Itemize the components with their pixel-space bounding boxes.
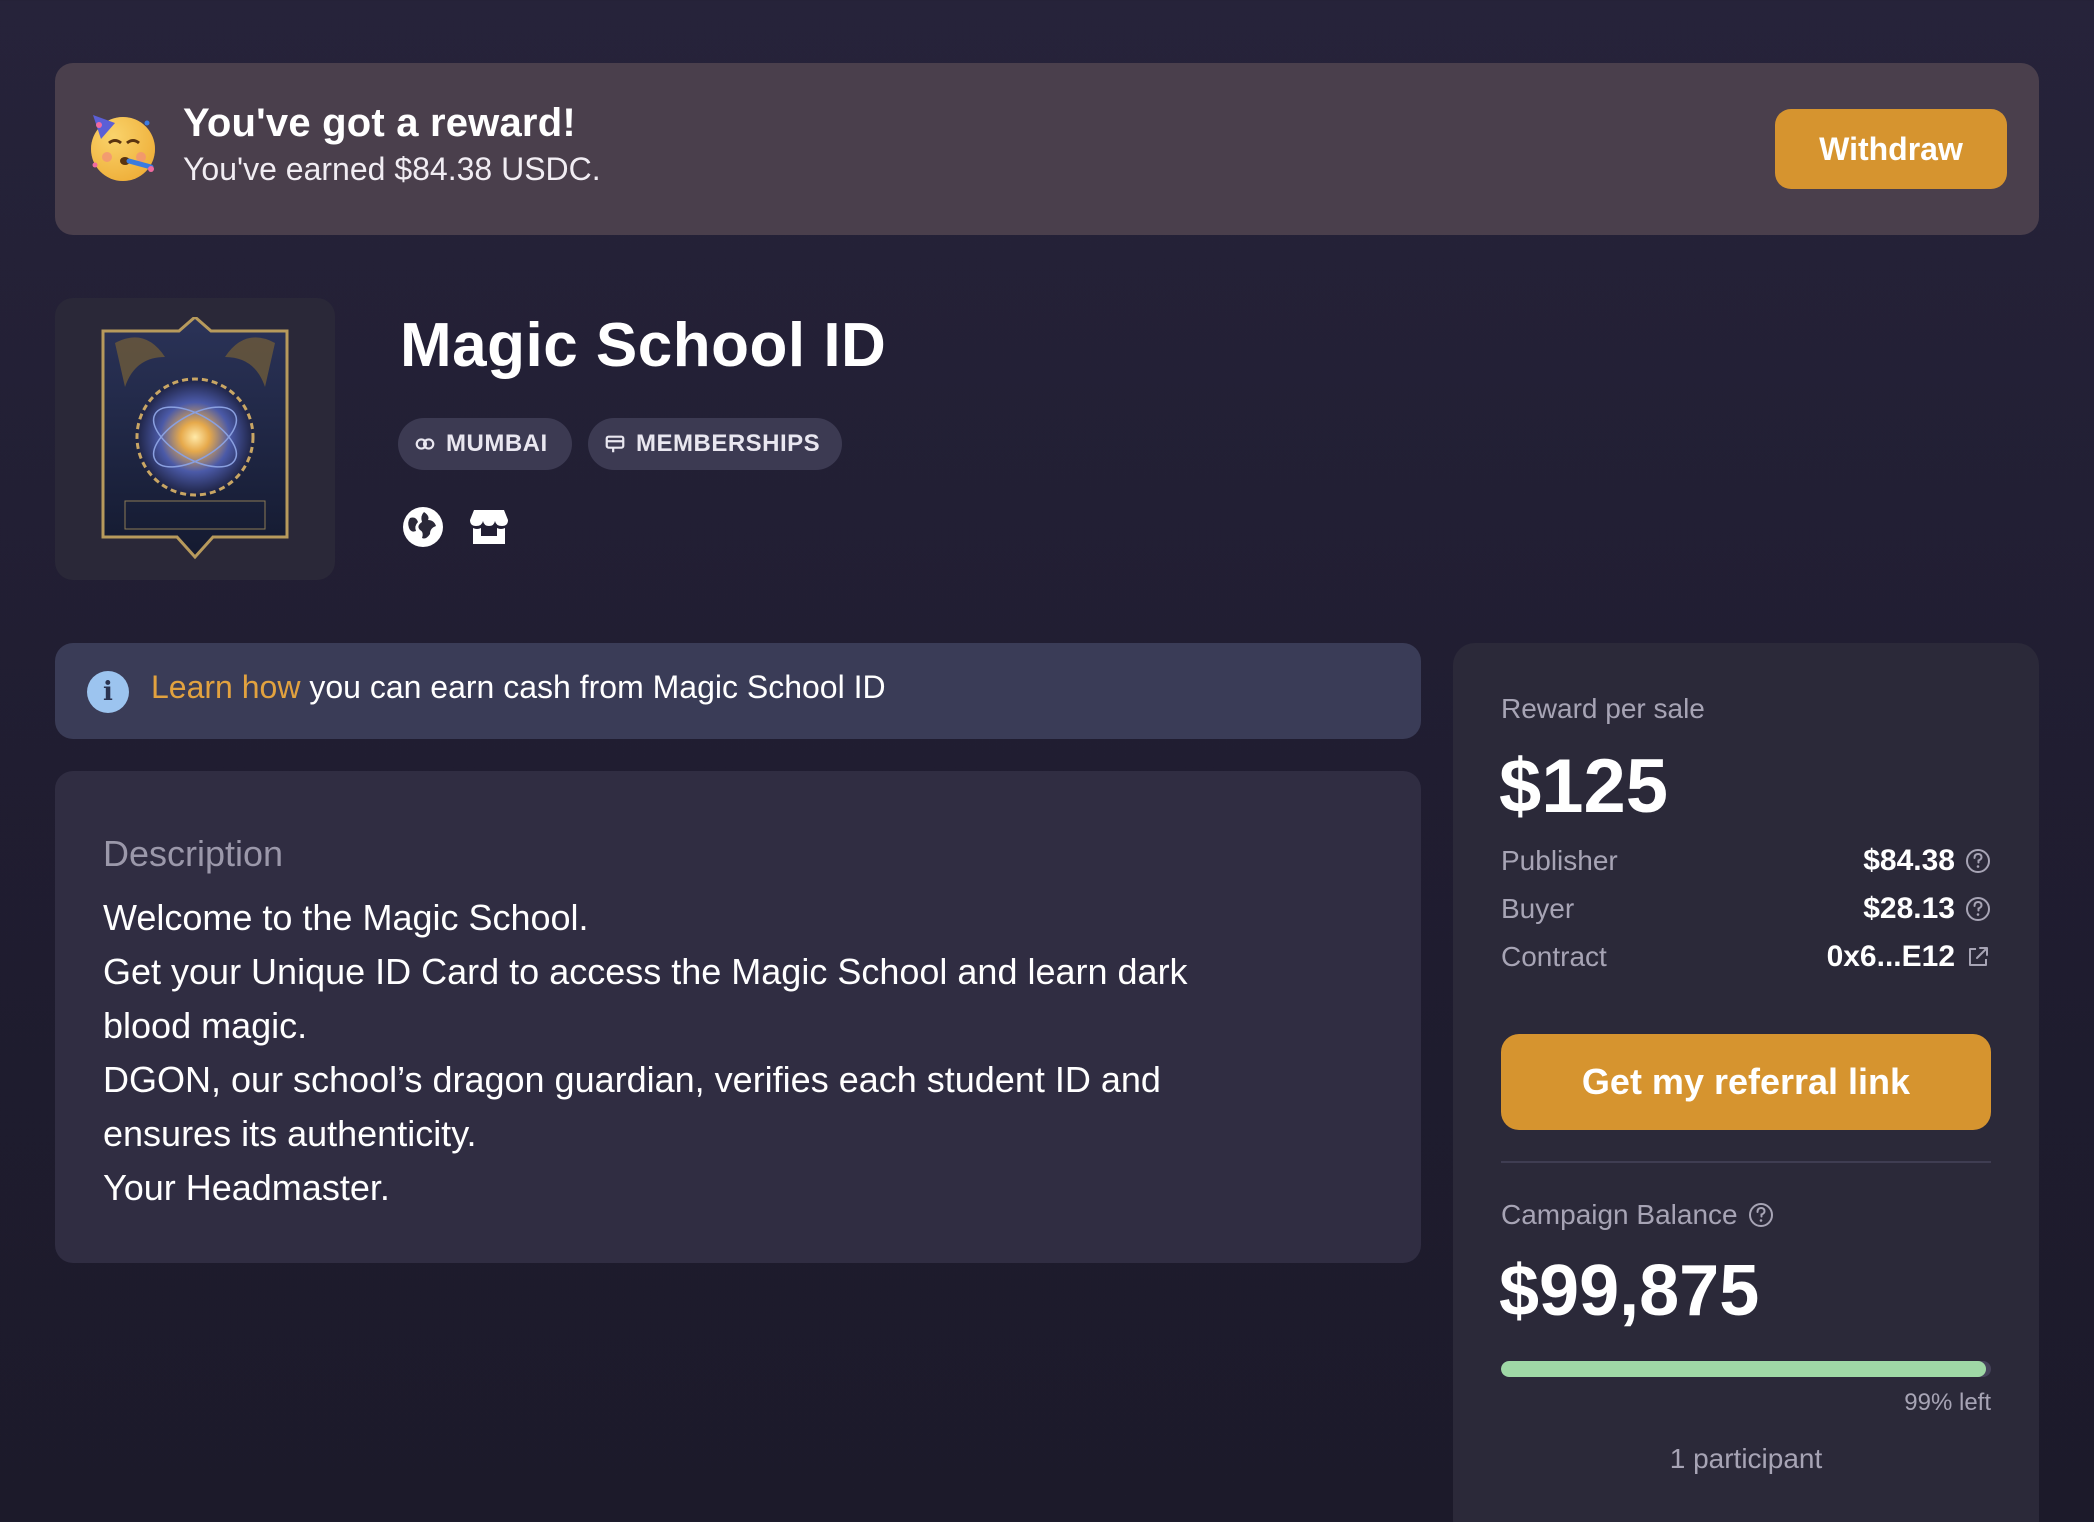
reward-per-sale-value: $125 bbox=[1499, 744, 1669, 829]
network-chip: MUMBAI bbox=[398, 418, 572, 470]
party-face-icon bbox=[91, 115, 155, 181]
reward-title: You've got a reward! bbox=[183, 101, 576, 145]
campaign-balance-value: $99,875 bbox=[1499, 1251, 1760, 1331]
page-title: Magic School ID bbox=[400, 311, 887, 380]
link-icon bbox=[415, 438, 435, 450]
globe-icon[interactable] bbox=[400, 504, 446, 550]
buyer-value: $28.13 bbox=[1863, 892, 1955, 925]
publisher-row: Publisher $84.38 bbox=[1501, 841, 1991, 881]
nft-card-image bbox=[101, 317, 289, 560]
reward-sidebar-card: Reward per sale $125 Publisher $84.38 Bu… bbox=[1453, 643, 2039, 1522]
help-circle-icon[interactable] bbox=[1965, 896, 1991, 922]
reward-per-sale-label: Reward per sale bbox=[1501, 693, 1705, 724]
help-circle-icon[interactable] bbox=[1748, 1202, 1774, 1228]
memberships-icon bbox=[605, 435, 625, 453]
category-chip-label: MEMBERSHIPS bbox=[636, 430, 821, 457]
contract-row: Contract 0x6...E12 bbox=[1501, 937, 1991, 977]
publisher-label: Publisher bbox=[1501, 845, 1618, 876]
description-line: ensures its authenticity. bbox=[103, 1113, 477, 1154]
external-link-icon[interactable] bbox=[1965, 944, 1991, 970]
reward-banner: You've got a reward! You've earned $84.3… bbox=[55, 63, 2039, 235]
contract-label: Contract bbox=[1501, 941, 1607, 972]
progress-caption: 99% left bbox=[1904, 1389, 1991, 1416]
get-referral-link-button[interactable]: Get my referral link bbox=[1501, 1034, 1991, 1130]
learn-how-suffix: you can earn cash from Magic School ID bbox=[300, 669, 886, 705]
buyer-label: Buyer bbox=[1501, 893, 1575, 924]
description-line: blood magic. bbox=[103, 1005, 308, 1046]
description-card: Description Welcome to the Magic School.… bbox=[55, 771, 1421, 1263]
help-circle-icon[interactable] bbox=[1965, 848, 1991, 874]
divider bbox=[1501, 1161, 1991, 1163]
campaign-progress-fill bbox=[1501, 1361, 1987, 1377]
product-image bbox=[55, 298, 335, 580]
store-icon[interactable] bbox=[466, 504, 512, 550]
category-chip: MEMBERSHIPS bbox=[588, 418, 842, 470]
description-line: DGON, our school’s dragon guardian, veri… bbox=[103, 1059, 1161, 1100]
buyer-row: Buyer $28.13 bbox=[1501, 889, 1991, 929]
description-label: Description bbox=[103, 833, 284, 874]
participants-count: 1 participant bbox=[1669, 1443, 1823, 1474]
withdraw-button[interactable]: Withdraw bbox=[1775, 109, 2007, 189]
description-line: Welcome to the Magic School. bbox=[103, 897, 589, 938]
campaign-balance-label: Campaign Balance bbox=[1501, 1199, 1738, 1230]
network-chip-label: MUMBAI bbox=[446, 430, 548, 457]
description-line: Get your Unique ID Card to access the Ma… bbox=[103, 951, 1188, 992]
campaign-progress-bar bbox=[1501, 1361, 1991, 1377]
campaign-balance-header: Campaign Balance bbox=[1501, 1199, 1774, 1231]
publisher-value: $84.38 bbox=[1863, 844, 1955, 877]
reward-subtitle: You've earned $84.38 USDC. bbox=[183, 151, 601, 187]
learn-how-link[interactable]: Learn how bbox=[151, 669, 300, 705]
reward-text: You've got a reward! You've earned $84.3… bbox=[183, 101, 601, 188]
product-links bbox=[400, 504, 512, 550]
contract-value[interactable]: 0x6...E12 bbox=[1827, 940, 1955, 974]
learn-how-text: Learn how you can earn cash from Magic S… bbox=[151, 669, 886, 706]
learn-how-banner: i Learn how you can earn cash from Magic… bbox=[55, 643, 1421, 739]
info-icon: i bbox=[87, 671, 129, 713]
description-line: Your Headmaster. bbox=[103, 1167, 390, 1208]
